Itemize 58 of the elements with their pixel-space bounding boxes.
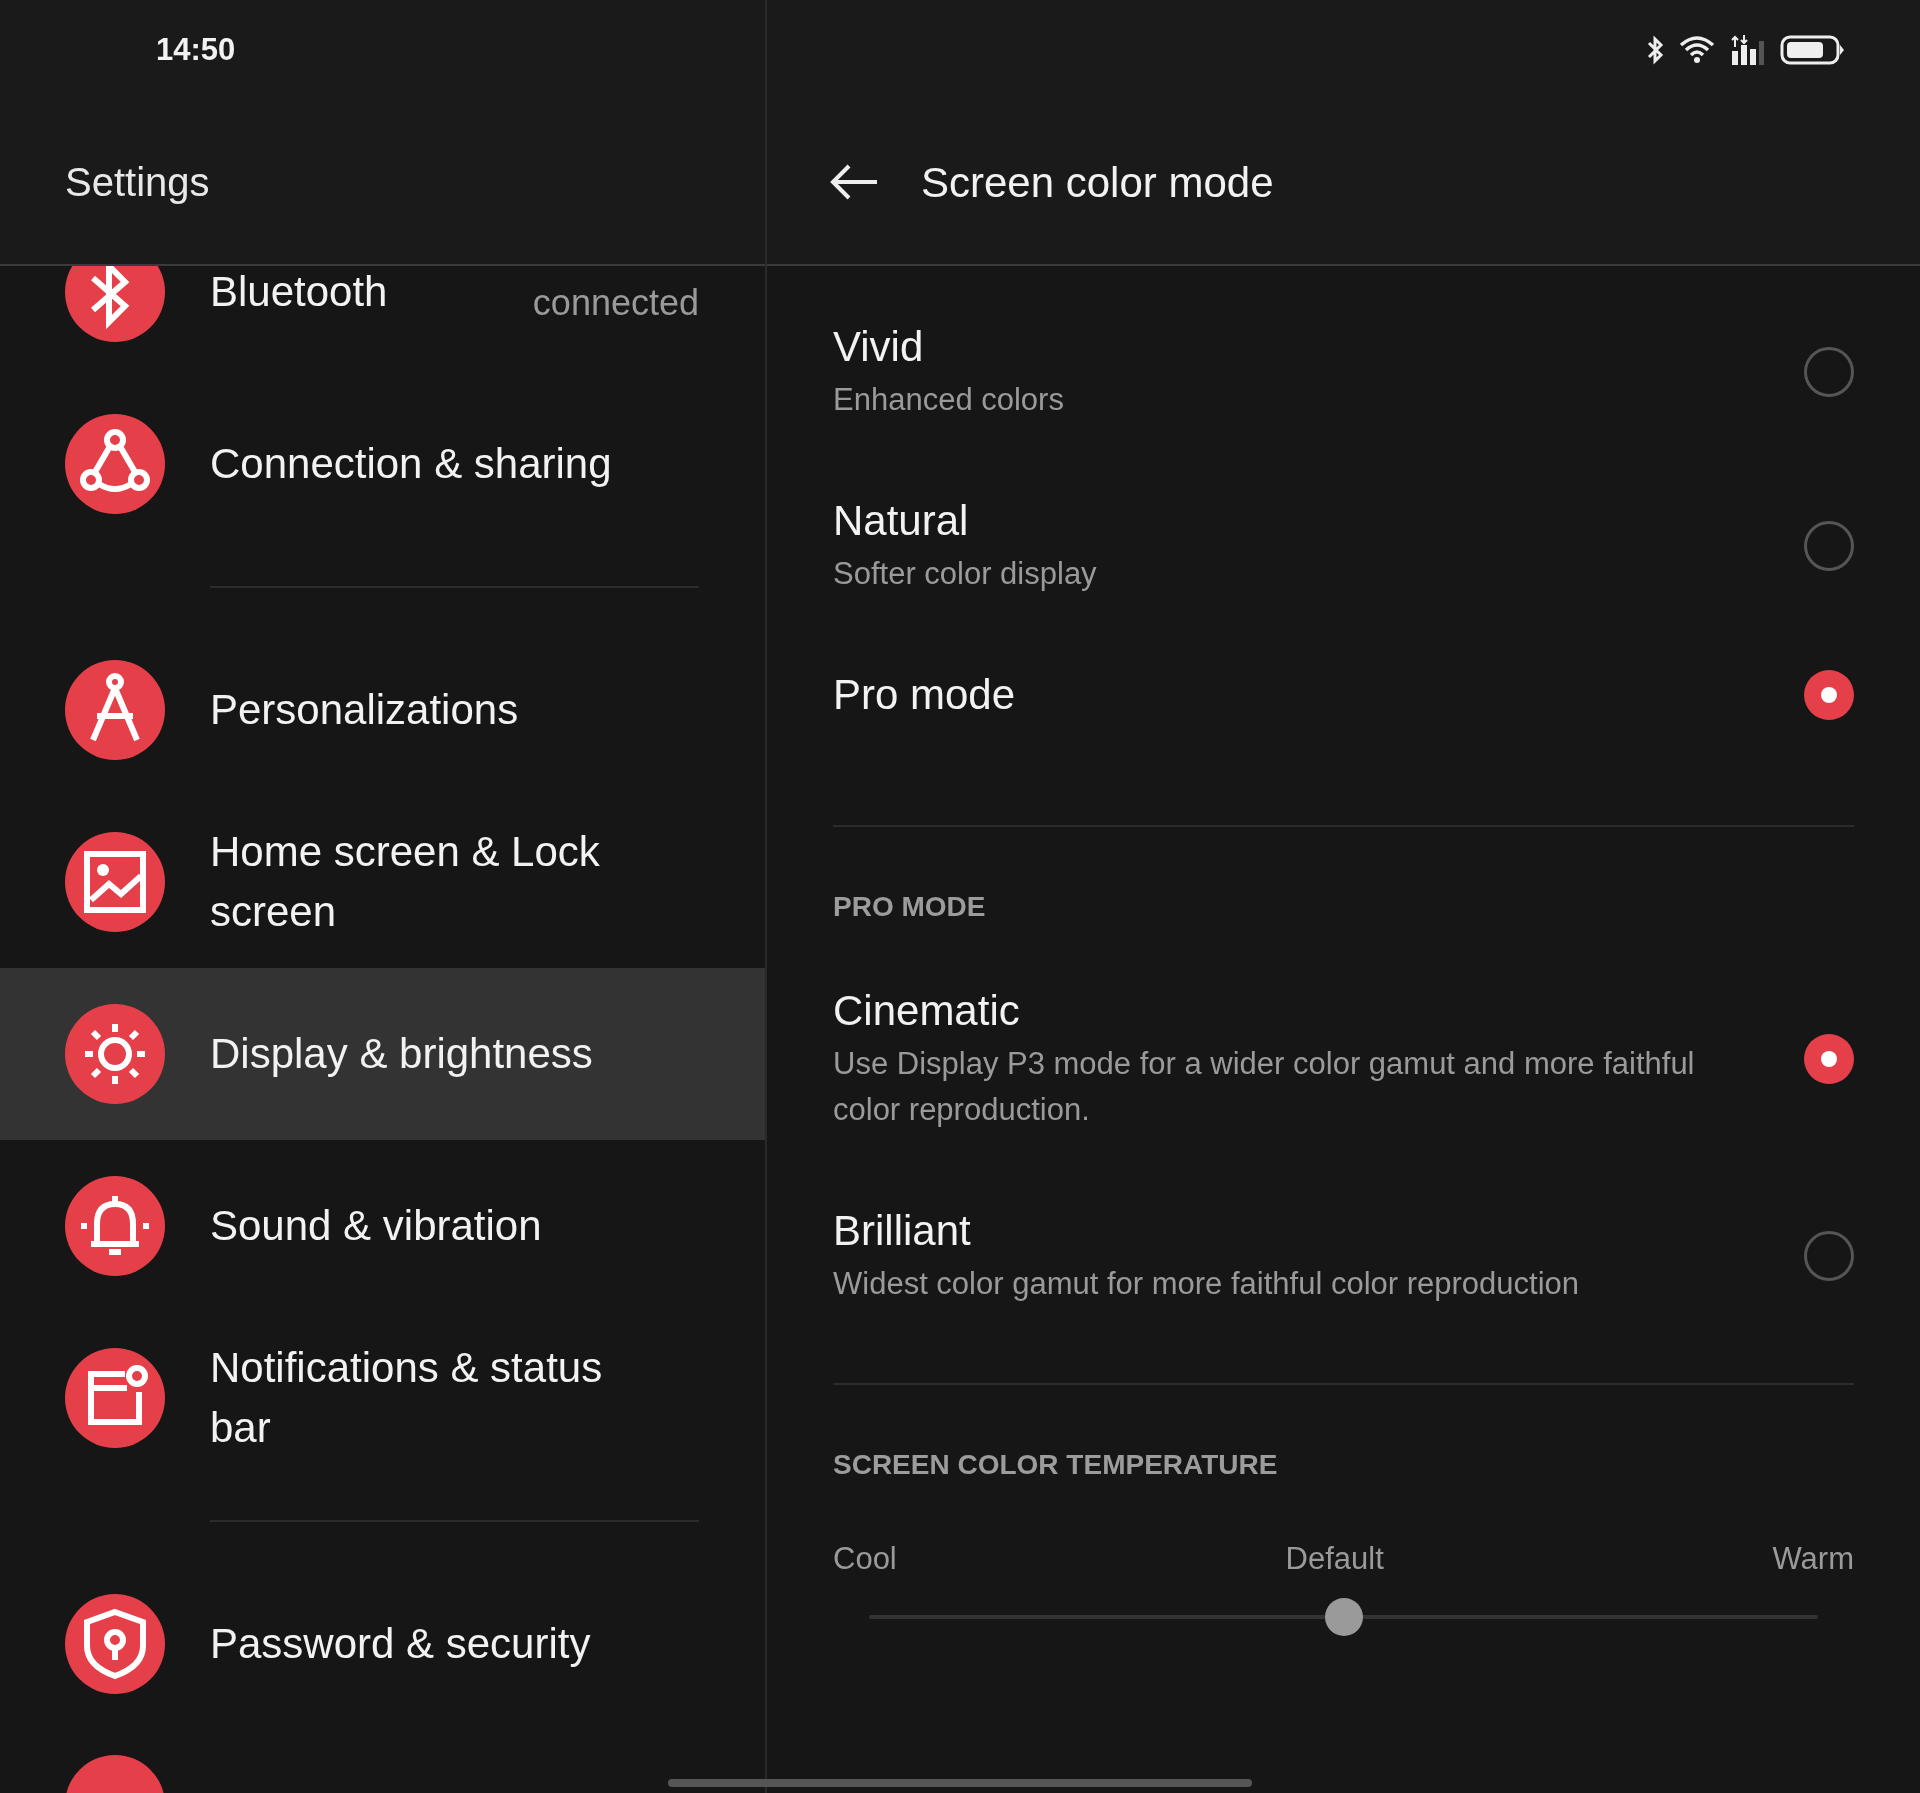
option-title: Natural (833, 496, 970, 546)
option-description: Widest color gamut for more faithful color reproduction (833, 1265, 1581, 1303)
notification-icon (65, 1348, 165, 1448)
item-label: Display & brightness (210, 1029, 593, 1079)
settings-item[interactable]: Home screen & Lock screen (0, 796, 765, 968)
slider-label: Default (1285, 1539, 1384, 1578)
radio-button[interactable] (1804, 1034, 1854, 1084)
item-label: Personalizations (210, 685, 519, 735)
settings-item[interactable]: Personalizations (0, 624, 765, 796)
item-label: Password & security (210, 1619, 591, 1669)
settings-item[interactable]: Bluetooth connected (0, 266, 765, 378)
shield-icon (65, 1594, 165, 1694)
status-time: 14:50 (156, 30, 236, 69)
battery-icon (1780, 34, 1846, 66)
settings-item[interactable]: Connection & sharing (0, 378, 765, 550)
bluetooth-icon (1646, 35, 1664, 65)
slider-label: Cool (833, 1539, 897, 1578)
sun-icon (65, 1004, 165, 1104)
bell-icon (65, 1176, 165, 1276)
settings-item[interactable]: Display & brightness (0, 968, 765, 1140)
slider-thumb[interactable] (1324, 1598, 1363, 1636)
option-title: Cinematic (833, 986, 1021, 1036)
option-description: Enhanced colors (833, 381, 1065, 419)
item-label: Home screen & Lock screen (210, 827, 601, 937)
sidebar-title: Settings (65, 159, 210, 206)
wifi-icon (1678, 35, 1716, 65)
option-title: Brilliant (833, 1206, 972, 1256)
radio-button[interactable] (1804, 347, 1854, 397)
option-title: Vivid (833, 322, 925, 372)
option-row[interactable]: Brilliant Widest color gamut for more faithful color reproduction (833, 1169, 1854, 1343)
slider-label: Warm (1772, 1539, 1854, 1578)
compass-icon (65, 660, 165, 760)
bluetooth-icon (65, 266, 165, 342)
settings-item[interactable]: Notifications & status bar (0, 1312, 765, 1484)
item-label: Sound & vibration (210, 1201, 542, 1251)
page-title: Screen color mode (921, 157, 1274, 208)
share-icon (65, 414, 165, 514)
item-label: Bluetooth (210, 267, 388, 317)
item-label: Notifications & status bar (210, 1343, 604, 1453)
option-row[interactable]: Cinematic Use Display P3 mode for a wider color gamut and more faithful color reproduction. (833, 949, 1854, 1169)
radio-button[interactable] (1804, 670, 1854, 720)
section-header: PRO MODE (833, 890, 987, 924)
temperature-slider[interactable] (869, 1598, 1818, 1636)
image-icon (65, 832, 165, 932)
option-row[interactable]: Vivid Enhanced colors (833, 285, 1854, 459)
option-row[interactable]: Natural Softer color display (833, 459, 1854, 633)
option-row[interactable]: Pro mode (833, 633, 1854, 757)
option-title: Pro mode (833, 670, 1017, 720)
item-label: Connection & sharing (210, 439, 612, 489)
item-status: connected (532, 281, 699, 325)
option-description: Use Display P3 mode for a wider color gamut and more faithful color reproduction. (833, 1045, 1696, 1129)
section-header: SCREEN COLOR TEMPERATURE (833, 1448, 1279, 1482)
option-description: Softer color display (833, 555, 1098, 593)
radio-button[interactable] (1804, 1231, 1854, 1281)
signal-icon (1730, 35, 1766, 65)
radio-button[interactable] (1804, 521, 1854, 571)
settings-item[interactable]: Sound & vibration (0, 1140, 765, 1312)
settings-item[interactable]: Password & security (0, 1558, 765, 1730)
